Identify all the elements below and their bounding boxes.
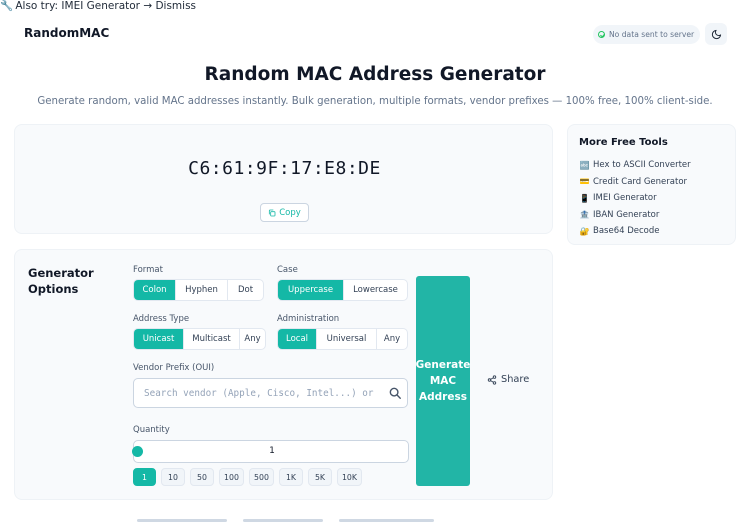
address-type-label: Address Type — [133, 314, 190, 324]
footer-hint-row — [137, 519, 434, 522]
case-label: Case — [277, 265, 298, 275]
tool-link-base64[interactable]: 🔐 Base64 Decode — [579, 223, 691, 240]
page-subtitle: Generate random, valid MAC addresses ins… — [37, 96, 713, 107]
vendor-prefix-label: Vendor Prefix (OUI) — [133, 363, 215, 373]
wrench-icon: 🔧 — [0, 0, 14, 12]
privacy-badge-text: No data sent to server — [609, 30, 695, 39]
site-header: RandomMAC No data sent to server — [0, 22, 750, 46]
quantity-preset-100[interactable]: 100 — [219, 468, 244, 486]
search-icon[interactable] — [388, 386, 402, 400]
administration-label: Administration — [277, 314, 340, 324]
administration-option-universal[interactable]: Universal — [317, 329, 377, 349]
quantity-preset-10k[interactable]: 10K — [337, 468, 362, 486]
quantity-slider[interactable]: 1 — [132, 440, 409, 463]
try-also-text[interactable]: Also try: IMEI Generator → Dismiss — [15, 0, 196, 12]
generate-button[interactable]: Generate MAC Address — [416, 276, 470, 486]
case-option-uppercase[interactable]: Uppercase — [278, 280, 344, 300]
tool-link-label: Hex to ASCII Converter — [593, 160, 691, 171]
tool-link-iban[interactable]: 🏦 IBAN Generator — [579, 207, 691, 224]
quantity-preset-50[interactable]: 50 — [190, 468, 214, 486]
footer-hint-line — [243, 519, 323, 522]
format-option-colon[interactable]: Colon — [134, 280, 176, 300]
quantity-preset-1[interactable]: 1 — [133, 468, 156, 486]
quantity-label: Quantity — [133, 425, 170, 435]
copy-button[interactable]: Copy — [260, 203, 309, 222]
case-selector: Uppercase Lowercase — [277, 279, 408, 301]
tool-link-label: Base64 Decode — [593, 226, 660, 237]
address-type-selector: Unicast Multicast Any — [133, 328, 266, 350]
tool-link-imei[interactable]: 📱 IMEI Generator — [579, 190, 691, 207]
tool-link-hex-to-ascii[interactable]: 🔤 Hex to ASCII Converter — [579, 157, 691, 174]
footer-hint-line — [137, 519, 227, 522]
quantity-value: 1 — [269, 446, 275, 456]
quantity-preset-1k[interactable]: 1K — [279, 468, 303, 486]
abc-icon: 🔤 — [579, 160, 590, 170]
quantity-presets: 1 10 50 100 500 1K 5K 10K — [133, 468, 362, 486]
format-selector: Colon Hyphen Dot — [133, 279, 264, 301]
result-card: C6:61:9F:17:E8:DE Copy — [14, 124, 553, 234]
generator-options-title: Generator Options — [28, 266, 94, 296]
shield-check-icon — [598, 31, 605, 38]
try-also-bar[interactable]: 🔧 Also try: IMEI Generator → Dismiss — [0, 0, 196, 13]
phone-icon: 📱 — [579, 193, 590, 203]
moon-icon — [711, 29, 721, 39]
page-title: Random MAC Address Generator — [204, 64, 546, 85]
format-option-hyphen[interactable]: Hyphen — [176, 280, 228, 300]
bank-icon: 🏦 — [579, 210, 590, 220]
tool-link-label: IMEI Generator — [593, 193, 657, 204]
quantity-preset-10[interactable]: 10 — [161, 468, 185, 486]
administration-option-local[interactable]: Local — [278, 329, 317, 349]
copy-button-label: Copy — [279, 207, 301, 218]
more-tools-title: More Free Tools — [579, 137, 668, 148]
address-type-option-multicast[interactable]: Multicast — [184, 329, 240, 349]
more-tools-card: More Free Tools 🔤 Hex to ASCII Converter … — [567, 124, 736, 245]
vendor-search-input[interactable] — [133, 378, 408, 408]
theme-toggle-button[interactable] — [705, 23, 727, 45]
tool-link-credit-card[interactable]: 💳 Credit Card Generator — [579, 174, 691, 191]
case-option-lowercase[interactable]: Lowercase — [344, 280, 407, 300]
mac-address-output[interactable]: C6:61:9F:17:E8:DE — [15, 158, 554, 179]
quantity-preset-5k[interactable]: 5K — [308, 468, 332, 486]
copy-icon — [269, 209, 276, 216]
quantity-preset-500[interactable]: 500 — [249, 468, 274, 486]
tool-link-label: Credit Card Generator — [593, 176, 688, 187]
credit-card-icon: 💳 — [579, 177, 590, 187]
generator-options-card: Generator Options Format Colon Hyphen Do… — [14, 249, 553, 500]
administration-option-any[interactable]: Any — [377, 329, 407, 349]
tool-link-label: IBAN Generator — [593, 209, 660, 220]
share-button-label: Share — [501, 374, 530, 385]
administration-selector: Local Universal Any — [277, 328, 408, 350]
format-label: Format — [133, 265, 163, 275]
format-option-dot[interactable]: Dot — [228, 280, 263, 300]
share-icon — [487, 374, 497, 385]
more-tools-list: 🔤 Hex to ASCII Converter 💳 Credit Card Gen… — [579, 157, 691, 240]
privacy-badge: No data sent to server — [593, 25, 701, 44]
brand-logo[interactable]: RandomMAC — [24, 26, 109, 40]
address-type-option-any[interactable]: Any — [240, 329, 265, 349]
share-button[interactable]: Share — [487, 374, 529, 385]
footer-hint-line — [339, 519, 434, 522]
lock-icon: 🔐 — [579, 226, 590, 236]
address-type-option-unicast[interactable]: Unicast — [134, 329, 184, 349]
